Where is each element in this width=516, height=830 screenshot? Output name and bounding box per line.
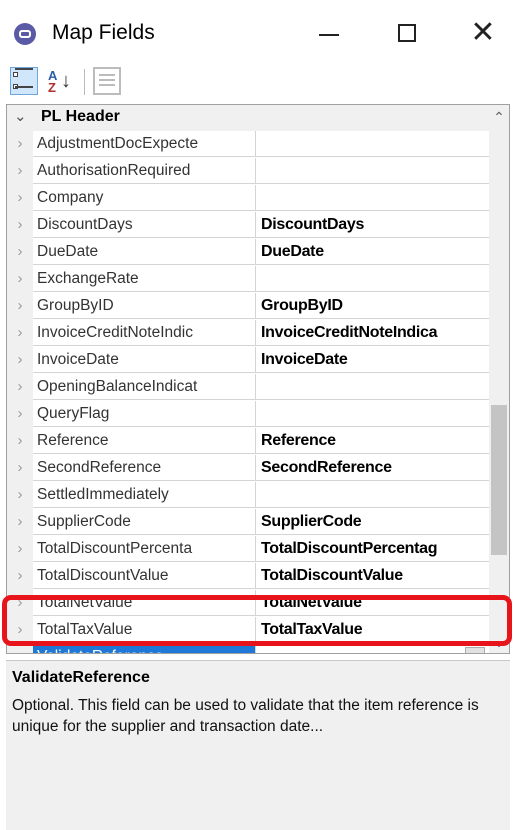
property-row[interactable]: › Reference Reference <box>7 428 489 455</box>
expand-chevron-icon[interactable]: › <box>7 347 33 374</box>
property-row[interactable]: › GroupByID GroupByID <box>7 293 489 320</box>
property-name[interactable]: DiscountDays <box>33 212 256 238</box>
minimize-button[interactable] <box>305 14 351 54</box>
property-row[interactable]: › ExchangeRate <box>7 266 489 293</box>
property-name[interactable]: GroupByID <box>33 293 256 319</box>
property-name[interactable]: SettledImmediately <box>33 482 256 508</box>
property-name[interactable]: TotalDiscountPercenta <box>33 536 256 562</box>
maximize-button[interactable] <box>385 14 431 54</box>
vertical-scrollbar[interactable]: ⌃ ⌄ <box>489 105 509 653</box>
property-name[interactable]: AuthorisationRequired <box>33 158 256 184</box>
description-text: Optional. This field can be used to vali… <box>12 697 479 735</box>
property-name[interactable]: QueryFlag <box>33 401 256 427</box>
property-value[interactable] <box>256 401 489 427</box>
property-row[interactable]: › OpeningBalanceIndicat <box>7 374 489 401</box>
toolbar-separator <box>84 69 85 95</box>
property-row[interactable]: › SettledImmediately <box>7 482 489 509</box>
property-row[interactable]: › AdjustmentDocExpecte <box>7 131 489 158</box>
property-value[interactable]: DiscountDays <box>256 212 489 238</box>
property-name[interactable]: Company <box>33 185 256 211</box>
collapse-chevron-icon[interactable]: ⌄ <box>14 107 27 125</box>
property-row[interactable]: › DueDate DueDate <box>7 239 489 266</box>
expand-chevron-icon[interactable]: › <box>7 509 33 536</box>
property-value[interactable]: InvoiceDate <box>256 347 489 373</box>
expand-chevron-icon[interactable]: › <box>7 428 33 455</box>
property-value[interactable]: GroupByID <box>256 293 489 319</box>
property-value[interactable] <box>256 131 489 157</box>
app-icon <box>14 23 36 45</box>
scroll-thumb[interactable] <box>491 405 507 555</box>
sort-arrow: ↓ <box>61 70 71 92</box>
property-name[interactable]: SecondReference <box>33 455 256 481</box>
property-value[interactable]: DueDate <box>256 239 489 265</box>
category-header[interactable]: ⌄ PL Header <box>7 105 489 131</box>
property-value[interactable]: TotalDiscountPercentag <box>256 536 489 562</box>
property-row[interactable]: › DiscountDays DiscountDays <box>7 212 489 239</box>
selection-highlight-box <box>2 595 512 646</box>
expand-chevron-icon[interactable]: › <box>7 563 33 590</box>
property-value[interactable] <box>256 185 489 211</box>
property-row[interactable]: › SecondReference SecondReference <box>7 455 489 482</box>
scroll-up-icon[interactable]: ⌃ <box>489 105 509 125</box>
property-row[interactable]: › AuthorisationRequired <box>7 158 489 185</box>
property-value[interactable] <box>256 482 489 508</box>
expand-chevron-icon[interactable]: › <box>7 455 33 482</box>
property-row[interactable]: › QueryFlag <box>7 401 489 428</box>
ellipsis-button[interactable]: ... <box>465 647 485 653</box>
property-value[interactable] <box>256 266 489 292</box>
property-row[interactable]: › Company <box>7 185 489 212</box>
property-value[interactable] <box>256 158 489 184</box>
expand-chevron-icon[interactable]: › <box>7 131 33 158</box>
property-row[interactable]: › TotalDiscountPercenta TotalDiscountPerce… <box>7 536 489 563</box>
property-row[interactable]: › SupplierCode SupplierCode <box>7 509 489 536</box>
property-value[interactable]: Reference <box>256 428 489 454</box>
expand-chevron-icon[interactable]: › <box>7 401 33 428</box>
property-value[interactable]: TotalDiscountValue <box>256 563 489 589</box>
property-row[interactable]: › InvoiceCreditNoteIndic InvoiceCreditNote… <box>7 320 489 347</box>
property-value[interactable]: InvoiceCreditNoteIndica <box>256 320 489 346</box>
expand-chevron-icon[interactable]: › <box>7 536 33 563</box>
property-name[interactable]: ExchangeRate <box>33 266 256 292</box>
expand-chevron-icon[interactable]: › <box>7 266 33 293</box>
expand-chevron-icon[interactable]: › <box>7 212 33 239</box>
category-label: PL Header <box>41 108 120 125</box>
expand-chevron-icon[interactable]: › <box>7 482 33 509</box>
description-title: ValidateReference <box>12 669 150 686</box>
property-name[interactable]: OpeningBalanceIndicat <box>33 374 256 400</box>
property-name[interactable]: InvoiceDate <box>33 347 256 373</box>
property-name[interactable]: AdjustmentDocExpecte <box>33 131 256 157</box>
close-button[interactable]: ✕ <box>460 14 506 54</box>
property-name[interactable]: InvoiceCreditNoteIndic <box>33 320 256 346</box>
property-name[interactable]: TotalDiscountValue <box>33 563 256 589</box>
property-pages-icon <box>93 67 121 95</box>
property-value[interactable] <box>256 374 489 400</box>
expand-chevron-icon[interactable]: › <box>7 320 33 347</box>
expand-chevron-icon[interactable]: › <box>7 293 33 320</box>
expand-chevron-icon[interactable]: › <box>7 239 33 266</box>
description-panel: ValidateReference Optional. This field c… <box>6 660 510 830</box>
sort-z-letter: Z <box>48 80 56 95</box>
property-rows: › AdjustmentDocExpecte › AuthorisationRequi… <box>7 131 489 653</box>
property-value[interactable]: SupplierCode <box>256 509 489 535</box>
property-grid: ⌄ PL Header › AdjustmentDocExpecte › Author… <box>6 104 510 654</box>
property-value[interactable]: SecondReference <box>256 455 489 481</box>
expand-chevron-icon[interactable]: › <box>7 374 33 401</box>
categorized-icon[interactable] <box>10 67 38 95</box>
expand-chevron-icon[interactable]: › <box>7 185 33 212</box>
property-row[interactable]: › InvoiceDate InvoiceDate <box>7 347 489 374</box>
property-row[interactable]: › TotalDiscountValue TotalDiscountValue <box>7 563 489 590</box>
window-title: Map Fields <box>52 21 155 44</box>
property-name[interactable]: SupplierCode <box>33 509 256 535</box>
sort-az-icon[interactable]: A Z ↓ <box>46 67 74 95</box>
toolbar: A Z ↓ <box>0 60 516 104</box>
property-name[interactable]: DueDate <box>33 239 256 265</box>
expand-chevron-icon[interactable]: › <box>7 158 33 185</box>
property-name[interactable]: Reference <box>33 428 256 454</box>
title-bar: Map Fields ✕ <box>0 6 516 60</box>
